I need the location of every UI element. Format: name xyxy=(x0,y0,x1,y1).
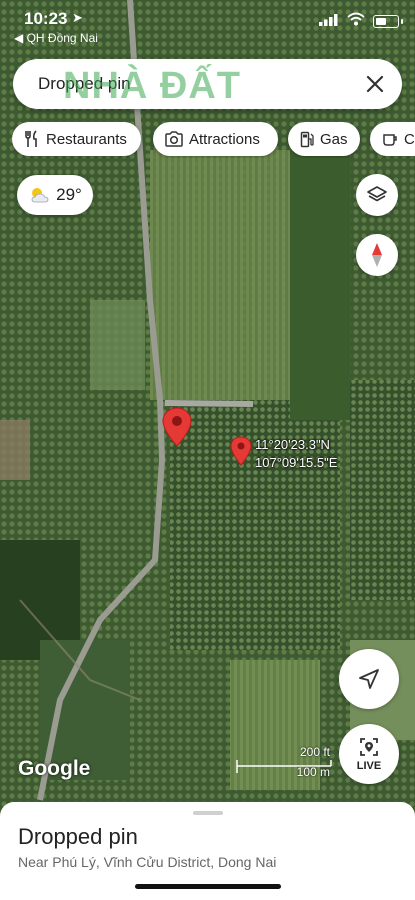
live-label: LIVE xyxy=(356,760,382,772)
compass-button[interactable] xyxy=(356,234,398,276)
chip-label: Restaurants xyxy=(46,130,127,148)
chip-label: Gas xyxy=(320,130,348,148)
sheet-drag-handle[interactable] xyxy=(193,811,223,815)
wifi-icon xyxy=(347,12,365,26)
my-location-button[interactable] xyxy=(339,649,399,709)
close-icon[interactable] xyxy=(362,71,388,97)
pin-latitude: 11°20'23.3"N xyxy=(255,437,330,452)
weather-badge[interactable]: 29° xyxy=(17,175,93,215)
pin-longitude: 107°09'15.5"E xyxy=(255,455,338,470)
partly-cloudy-icon xyxy=(31,188,49,203)
chip-attractions[interactable]: Attractions xyxy=(153,122,278,156)
layers-button[interactable] xyxy=(356,174,398,216)
battery-icon xyxy=(373,15,403,28)
camera-icon xyxy=(165,131,183,147)
place-subtitle: Near Phú Lý, Vĩnh Cửu District, Dong Nai xyxy=(18,854,277,870)
layers-icon xyxy=(367,186,387,202)
coffee-icon xyxy=(383,134,397,146)
chip-gas[interactable]: Gas xyxy=(288,122,360,156)
temperature: 29° xyxy=(56,185,82,204)
google-attribution: Google xyxy=(18,757,91,780)
chip-label: Attractions xyxy=(189,130,260,148)
scale-meters: 100 m xyxy=(296,765,330,779)
pin-coordinates: 11°20'23.3"N 107°09'15.5"E xyxy=(255,436,337,472)
gas-pump-icon xyxy=(300,131,314,147)
chip-label: C xyxy=(404,130,415,148)
chip-restaurants[interactable]: Restaurants xyxy=(12,122,141,156)
live-view-icon xyxy=(360,738,378,756)
map-pin-icon[interactable] xyxy=(162,407,192,447)
live-view-button[interactable]: LIVE xyxy=(339,724,399,784)
map-scale: 200 ft 100 m xyxy=(236,745,332,785)
home-indicator[interactable] xyxy=(135,884,281,889)
chip-coffee[interactable]: C xyxy=(370,122,415,156)
cellular-signal-icon xyxy=(319,14,338,26)
dropped-pin-icon[interactable] xyxy=(230,436,252,466)
search-bar[interactable]: Dropped pin NHÀ ĐẤT xyxy=(13,59,402,109)
back-to-app-link[interactable]: ◀ QH Đồng Nai xyxy=(14,31,98,45)
compass-icon xyxy=(372,243,382,267)
watermark-logo: NHÀ ĐẤT xyxy=(63,65,241,107)
scale-feet: 200 ft xyxy=(299,745,330,759)
location-arrow-icon: ➤ xyxy=(72,10,83,25)
status-bar: 10:23 ➤ ◀ QH Đồng Nai xyxy=(0,0,415,50)
category-chips: Restaurants Attractions Gas C xyxy=(12,122,415,158)
navigation-arrow-icon xyxy=(359,669,379,689)
status-time: 10:23 xyxy=(24,9,68,28)
fork-knife-icon xyxy=(25,130,37,147)
place-title: Dropped pin xyxy=(18,824,138,849)
